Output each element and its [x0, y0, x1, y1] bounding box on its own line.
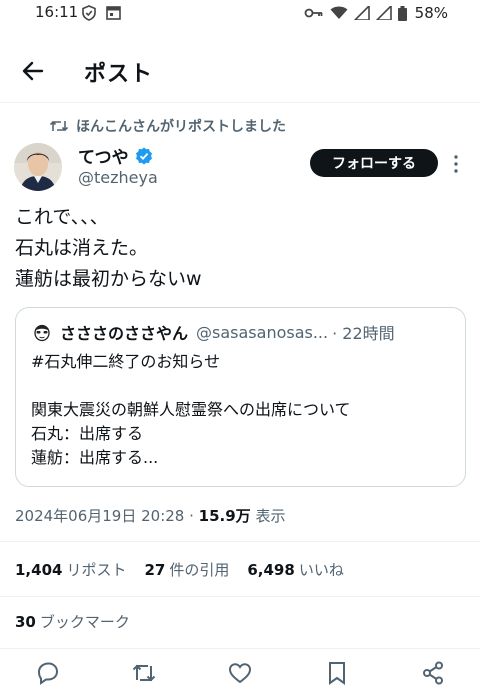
repost-icon[interactable]	[131, 660, 157, 686]
repost-count[interactable]: 1,404 リポスト	[15, 559, 126, 580]
follow-button[interactable]: フォローする	[310, 149, 438, 177]
quote-line: #石丸伸二終了のお知らせ	[31, 352, 221, 371]
status-time: 16:11	[35, 3, 79, 21]
bookmark-icon[interactable]	[324, 660, 350, 686]
quote-line	[31, 374, 351, 398]
stats-divider-bottom	[0, 648, 480, 649]
repost-note[interactable]: ほんこんさんがリポストしました	[50, 116, 286, 136]
tweet-text: これで、、、 石丸は消えた。 蓮舫は最初からないw	[15, 202, 202, 295]
quote-count-value: 27	[144, 561, 166, 579]
action-bar	[0, 660, 480, 690]
repost-count-label: リポスト	[66, 561, 127, 579]
calendar-icon	[106, 6, 121, 20]
quote-author-handle: @sasasanosas...	[196, 322, 329, 342]
quote-author-name: さささのささやん	[60, 324, 189, 343]
back-arrow-icon[interactable]	[20, 58, 46, 84]
quote-body: #石丸伸二終了のお知らせ 関東大震災の朝鮮人慰霊祭への出席について 石丸：出席す…	[31, 350, 351, 470]
tweet-line: 石丸は消えた。	[15, 237, 149, 259]
key-icon	[304, 8, 323, 18]
like-count-label: いいね	[298, 561, 344, 579]
like-icon[interactable]	[227, 660, 253, 686]
bookmark-count-value: 30	[15, 613, 36, 631]
bookmark-count-label: ブックマーク	[39, 613, 130, 631]
quote-line: 石丸：出席する	[31, 424, 144, 443]
stats-divider-top	[0, 541, 480, 542]
signal-icon	[353, 6, 370, 20]
tweet-line: これで、、、	[15, 206, 109, 228]
quote-count-label: 件の引用	[169, 561, 230, 579]
repost-note-text: ほんこんさんがリポストしました	[76, 119, 286, 135]
view-count: 15.9万	[198, 507, 251, 525]
quote-time: · 22時間	[332, 324, 395, 343]
quote-tweet-card[interactable]: さささのささやん @sasasanosas... · 22時間 #石丸伸二終了の…	[15, 307, 466, 487]
more-icon[interactable]	[450, 154, 462, 174]
quote-count[interactable]: 27 件の引用	[144, 559, 229, 580]
engagement-stats: 1,404 リポスト 27 件の引用 6,498 いいね	[15, 559, 344, 580]
quote-header: さささのささやん @sasasanosas... · 22時間	[60, 320, 395, 344]
stats-divider-mid	[0, 596, 480, 597]
tweet-line: 蓮舫は最初からないw	[15, 268, 202, 290]
tweet-timestamp: 2024年06月19日 20:28 · 15.9万 表示	[15, 505, 285, 526]
app-header: ポスト	[0, 48, 480, 98]
author-name-row: てつや	[78, 143, 153, 168]
tweet-datetime[interactable]: 2024年06月19日 20:28 ·	[15, 507, 199, 525]
like-count-value: 6,498	[247, 561, 295, 579]
header-divider	[0, 102, 480, 103]
signal-icon	[375, 6, 392, 20]
quote-line: 蓮舫：出席する...	[31, 448, 159, 467]
battery-icon	[397, 5, 407, 21]
repost-count-value: 1,404	[15, 561, 63, 579]
verified-icon	[135, 147, 152, 164]
author-handle[interactable]: @tezheya	[78, 168, 158, 187]
avatar[interactable]	[14, 143, 62, 191]
page-title: ポスト	[84, 62, 154, 87]
bookmark-count[interactable]: 30 ブックマーク	[15, 611, 130, 632]
status-bar: 16:11 58%	[0, 0, 480, 26]
battery-percent: 58%	[414, 4, 448, 22]
repost-icon	[50, 120, 68, 132]
quote-avatar	[32, 322, 52, 342]
quote-line: 関東大震災の朝鮮人慰霊祭への出席について	[31, 400, 351, 419]
author-name[interactable]: てつや	[78, 143, 129, 168]
reply-icon[interactable]	[35, 660, 61, 686]
status-indicators: 58%	[304, 4, 448, 22]
shield-icon	[82, 5, 96, 21]
share-icon[interactable]	[420, 660, 446, 686]
like-count[interactable]: 6,498 いいね	[247, 559, 343, 580]
view-label: 表示	[250, 507, 286, 525]
wifi-icon	[330, 6, 348, 19]
